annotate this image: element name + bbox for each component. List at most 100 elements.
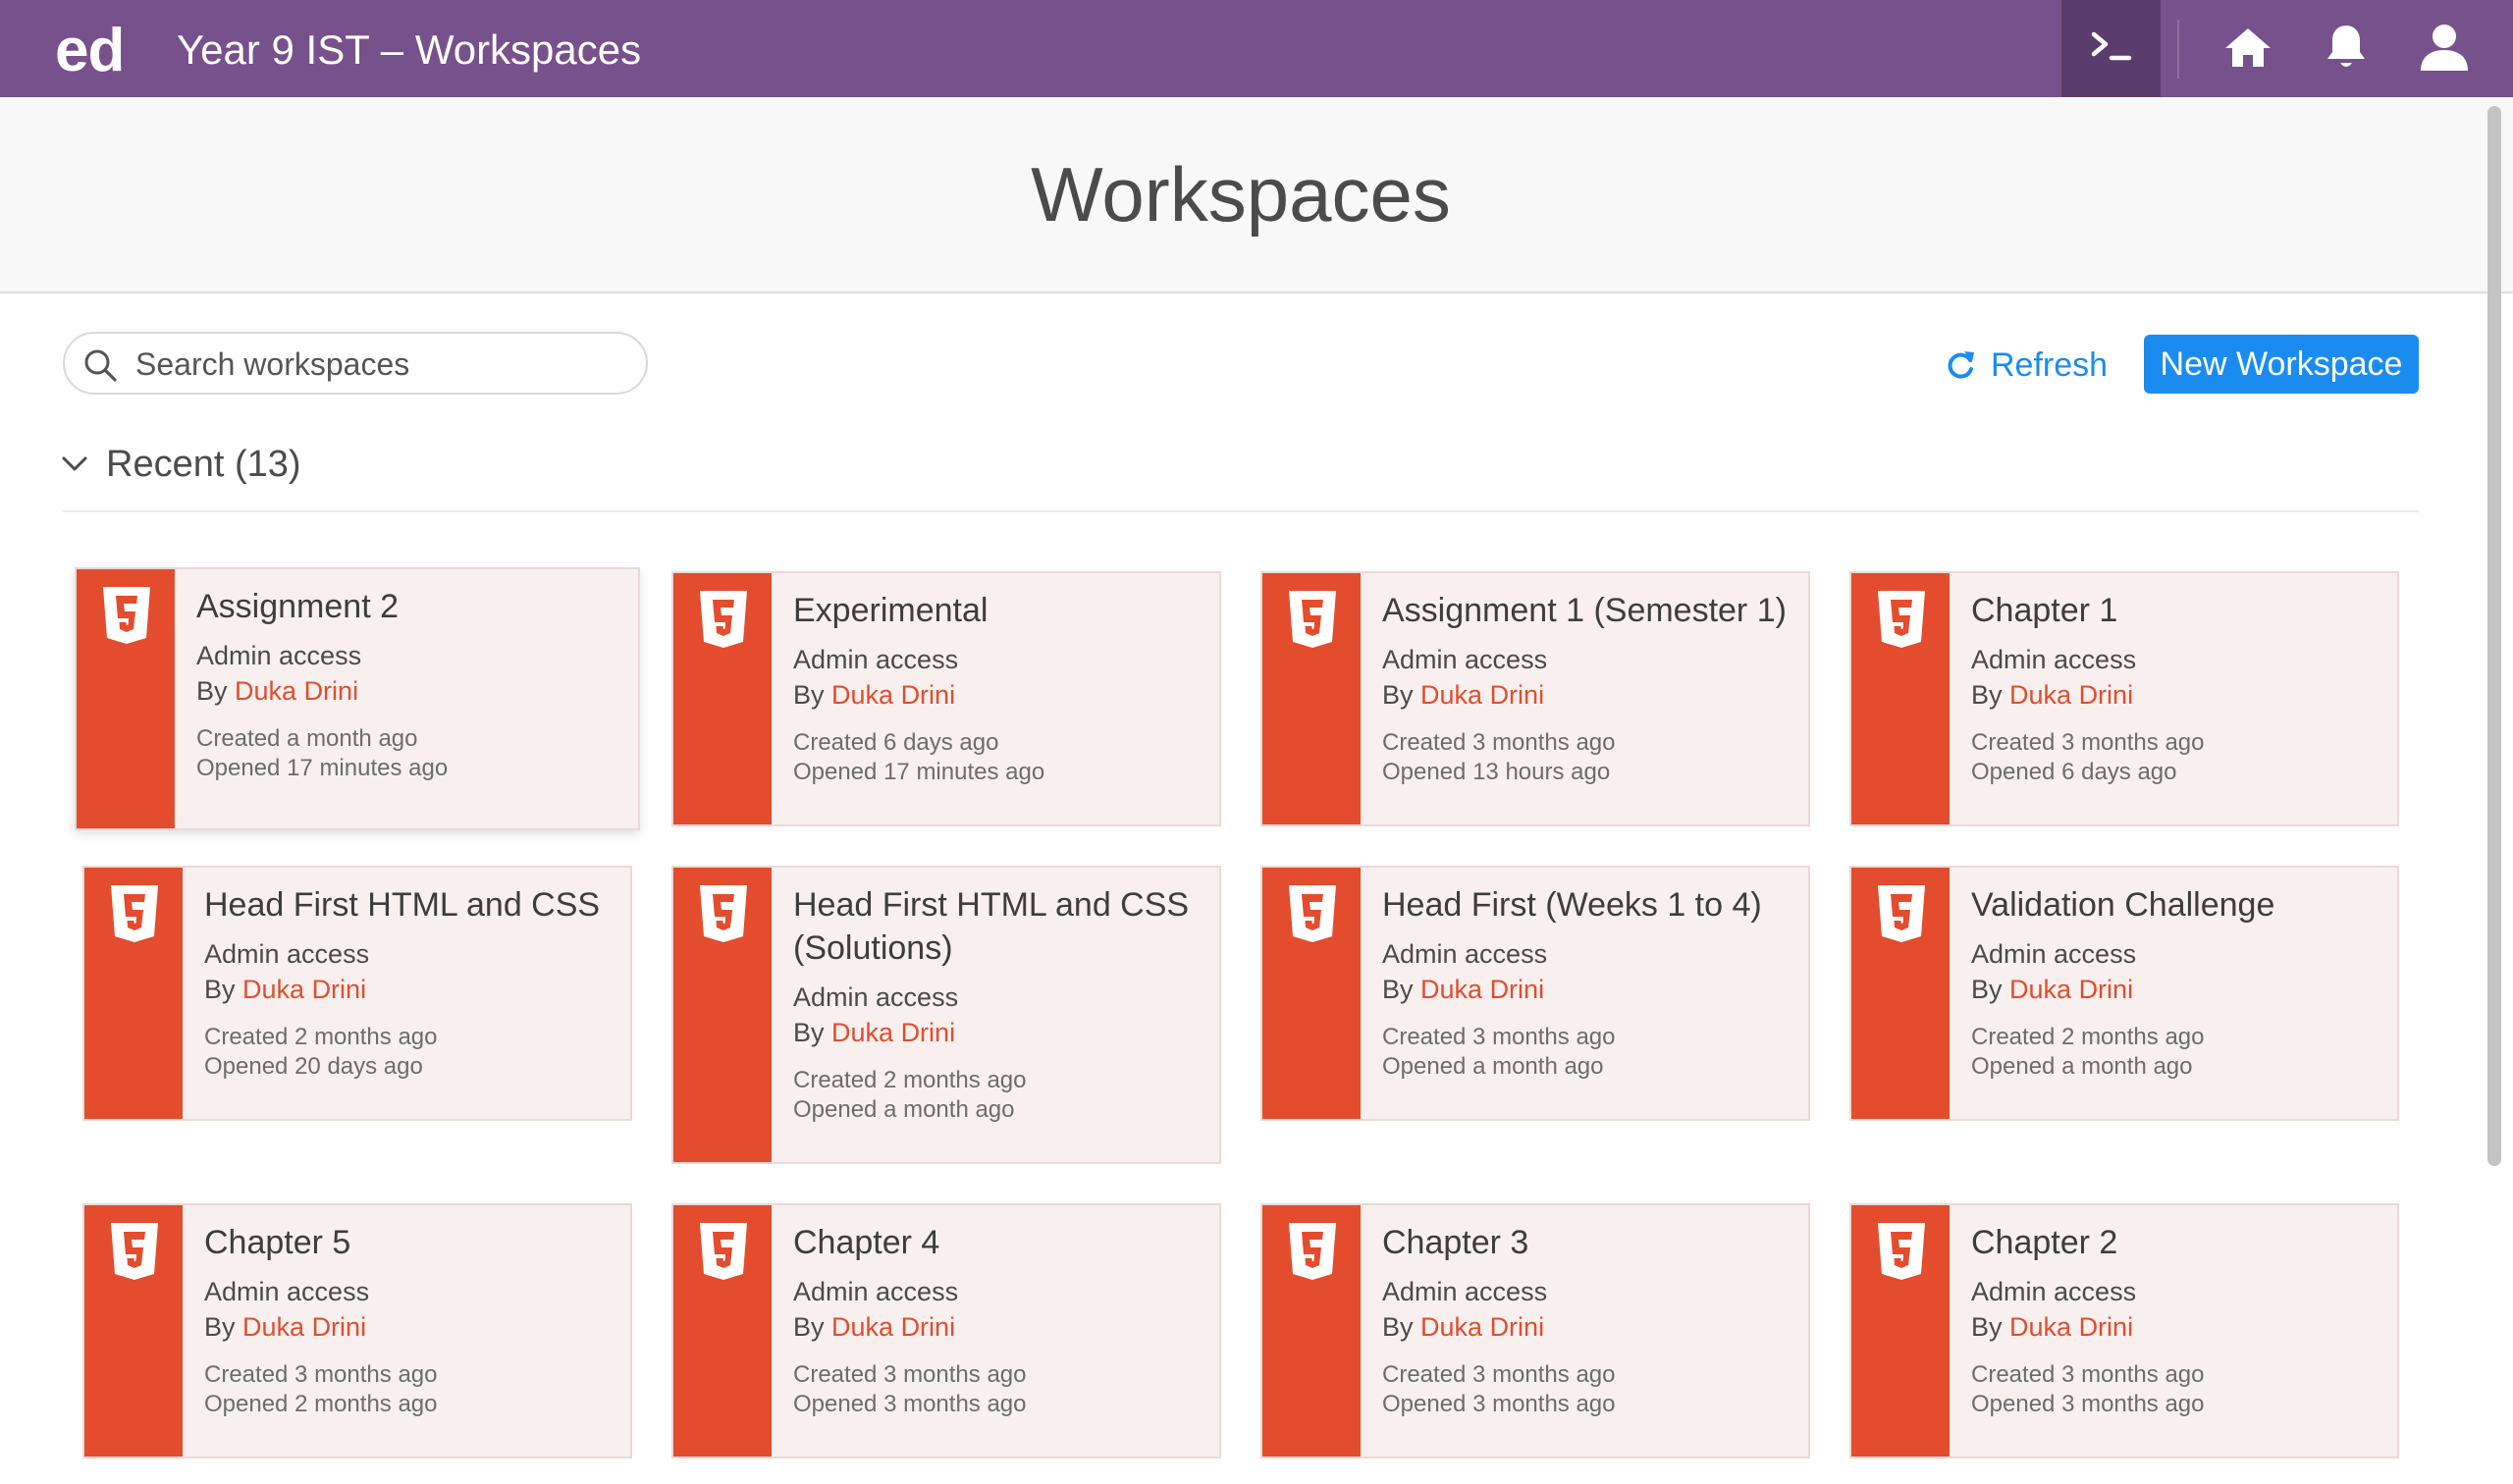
card-title: Chapter 5 [204,1224,351,1261]
card-type-strip [673,1205,772,1457]
html5-icon [109,1221,160,1287]
card-opened: Opened 13 hours ago [1382,759,1611,785]
recent-section-toggle[interactable]: Recent (13) [61,438,301,491]
card-access: Admin access [1971,939,2137,969]
card-by: By [793,1018,825,1047]
author-link[interactable]: Duka Drini [242,1312,366,1342]
card-access: Admin access [1382,939,1548,969]
workspace-card[interactable]: Experimental Admin access By Duka Drini … [671,571,1221,826]
card-type-strip [84,868,183,1119]
html5-icon [101,585,152,651]
new-workspace-button[interactable]: New Workspace [2144,335,2419,394]
html5-icon [109,883,160,949]
card-access: Admin access [1382,645,1548,674]
bell-icon [2324,22,2369,78]
card-created: Created 2 months ago [1971,1024,2205,1050]
profile-button[interactable] [2417,22,2472,77]
notifications-button[interactable] [2319,22,2374,77]
card-created: Created a month ago [196,725,418,752]
card-type-strip [1262,1205,1361,1457]
card-type-strip [77,569,175,828]
html5-icon [1287,589,1338,655]
home-icon [2222,25,2273,75]
card-access: Admin access [793,982,959,1012]
card-by: By [1971,1312,2003,1342]
html5-icon [698,1221,749,1287]
card-access: Admin access [204,939,370,969]
card-opened: Opened 3 months ago [1382,1391,1616,1417]
card-title: Chapter 3 [1382,1224,1529,1261]
scrollbar[interactable] [2487,106,2501,1166]
author-link[interactable]: Duka Drini [1420,680,1544,710]
card-by: By [196,676,228,706]
author-link[interactable]: Duka Drini [242,975,366,1004]
workspace-card[interactable]: Chapter 4 Admin access By Duka Drini Cre… [671,1203,1221,1458]
author-link[interactable]: Duka Drini [1420,975,1544,1004]
author-link[interactable]: Duka Drini [2009,680,2133,710]
card-by: By [1971,975,2003,1004]
author-link[interactable]: Duka Drini [1420,1312,1544,1342]
author-link[interactable]: Duka Drini [2009,1312,2133,1342]
card-title: Head First (Weeks 1 to 4) [1382,886,1762,924]
author-link[interactable]: Duka Drini [831,1312,955,1342]
html5-icon [1876,589,1927,655]
card-access: Admin access [793,645,959,674]
html5-icon [1876,883,1927,949]
card-created: Created 3 months ago [1382,729,1616,756]
workspace-card[interactable]: Head First HTML and CSS (Solutions) Admi… [671,866,1221,1164]
workspace-card[interactable]: Assignment 2 Admin access By Duka Drini … [75,567,640,830]
card-opened: Opened 2 months ago [204,1391,438,1417]
card-opened: Opened 3 months ago [793,1391,1027,1417]
workspace-card[interactable]: Assignment 1 (Semester 1) Admin access B… [1260,571,1810,826]
author-link[interactable]: Duka Drini [831,1018,955,1047]
card-type-strip [1851,1205,1950,1457]
card-title: Experimental [793,592,989,629]
workspace-card[interactable]: Chapter 1 Admin access By Duka Drini Cre… [1849,571,2399,826]
workspace-card[interactable]: Chapter 3 Admin access By Duka Drini Cre… [1260,1203,1810,1458]
workspace-card[interactable]: Chapter 5 Admin access By Duka Drini Cre… [82,1203,632,1458]
workspace-card[interactable]: Validation Challenge Admin access By Duk… [1849,866,2399,1121]
card-access: Admin access [196,641,362,670]
card-opened: Opened a month ago [1971,1053,2193,1080]
home-button[interactable] [2220,22,2275,77]
author-link[interactable]: Duka Drini [235,676,358,706]
section-label: Recent (13) [106,443,301,485]
ed-logo[interactable]: ed [55,12,125,90]
author-link[interactable]: Duka Drini [831,680,955,710]
chevron-down-icon [61,455,88,473]
card-title: Assignment 2 [196,588,399,625]
workspace-card[interactable]: Chapter 2 Admin access By Duka Drini Cre… [1849,1203,2399,1458]
card-created: Created 2 months ago [204,1024,438,1050]
refresh-label: Refresh [1991,345,2109,384]
topbar-divider [2177,20,2179,79]
card-type-strip [1851,573,1950,824]
terminal-icon [2090,28,2133,69]
card-access: Admin access [1971,645,2137,674]
refresh-button[interactable]: Refresh [1944,340,2108,391]
card-created: Created 3 months ago [793,1361,1027,1388]
card-created: Created 6 days ago [793,729,999,756]
card-by: By [204,975,236,1004]
card-by: By [204,1312,236,1342]
html5-icon [698,883,749,949]
section-divider [63,510,2419,512]
card-title: Assignment 1 (Semester 1) [1382,592,1787,629]
card-created: Created 3 months ago [1382,1024,1616,1050]
card-type-strip [1262,573,1361,824]
author-link[interactable]: Duka Drini [2009,975,2133,1004]
search-input[interactable] [134,342,628,387]
workspace-card[interactable]: Head First (Weeks 1 to 4) Admin access B… [1260,866,1810,1121]
refresh-icon [1944,348,1977,382]
card-title: Chapter 4 [793,1224,940,1261]
card-access: Admin access [204,1277,370,1306]
card-opened: Opened a month ago [793,1096,1015,1123]
card-access: Admin access [793,1277,959,1306]
card-type-strip [1851,868,1950,1119]
card-created: Created 3 months ago [1971,729,2205,756]
workspace-card[interactable]: Head First HTML and CSS Admin access By … [82,866,632,1121]
card-access: Admin access [1382,1277,1548,1306]
card-type-strip [1262,868,1361,1119]
card-by: By [1382,680,1414,710]
card-opened: Opened 3 months ago [1971,1391,2205,1417]
terminal-button[interactable] [2061,0,2161,97]
